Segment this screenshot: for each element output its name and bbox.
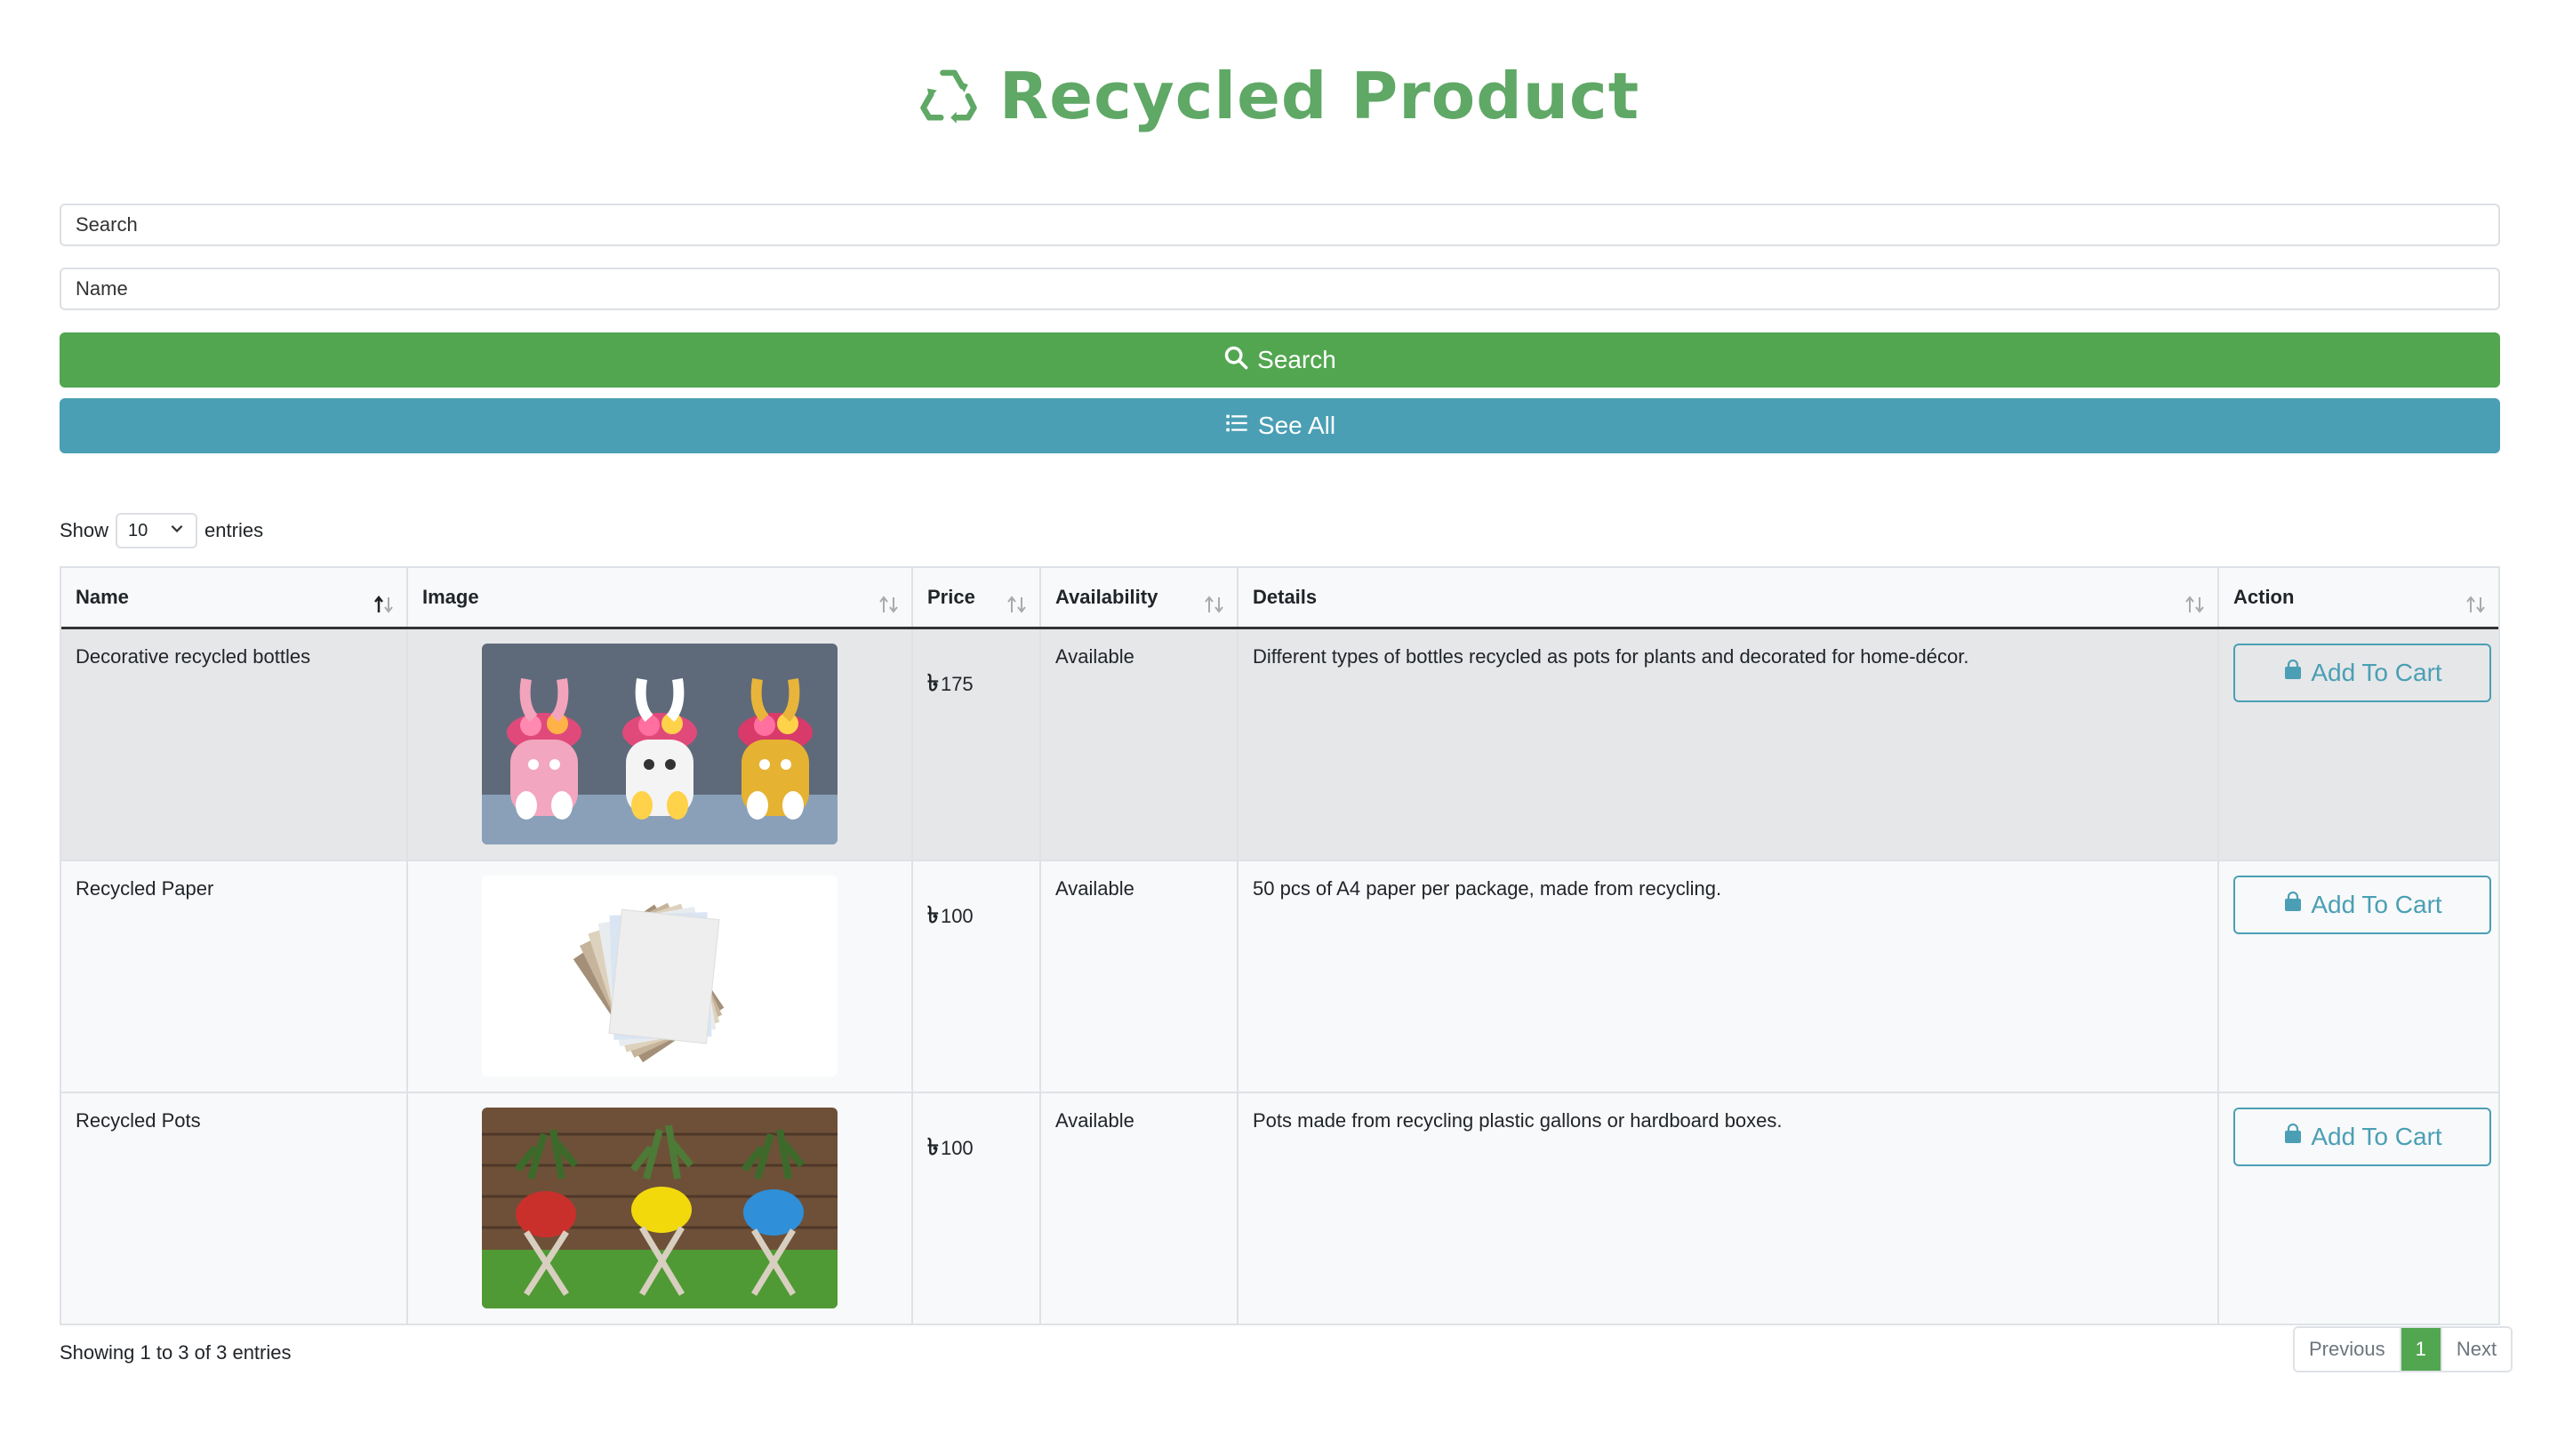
name-field[interactable] bbox=[60, 268, 2500, 310]
action-cell: Add To Cart bbox=[2219, 1093, 2498, 1324]
length-control: Show 10 entries bbox=[60, 512, 263, 549]
column-header-label: Details bbox=[1253, 586, 1318, 608]
entries-select-value: 10 bbox=[128, 520, 148, 540]
table-info: Showing 1 to 3 of 3 entries bbox=[60, 1341, 292, 1364]
product-price: ৳ 100 bbox=[913, 1093, 1041, 1324]
decorated-bottle-pots-image bbox=[482, 644, 838, 844]
add-to-cart-button[interactable]: Add To Cart bbox=[2233, 644, 2491, 702]
see-all-button[interactable]: See All bbox=[60, 398, 2500, 453]
column-header-availability[interactable]: Availability bbox=[1041, 568, 1238, 627]
products-table: Name Image Price Availability Details Ac… bbox=[60, 566, 2500, 1325]
product-availability: Available bbox=[1041, 861, 1238, 1092]
add-to-cart-button[interactable]: Add To Cart bbox=[2233, 1108, 2491, 1166]
action-cell: Add To Cart bbox=[2219, 861, 2498, 1092]
pagination: Previous 1 Next bbox=[2293, 1326, 2513, 1372]
recycled-pots-image bbox=[482, 1108, 838, 1308]
add-to-cart-label: Add To Cart bbox=[2311, 891, 2442, 918]
add-to-cart-button[interactable]: Add To Cart bbox=[2233, 876, 2491, 934]
shopping-bag-icon bbox=[2282, 891, 2304, 919]
table-row: Recycled Paper ৳ 100 Available 50 pcs of… bbox=[61, 861, 2498, 1093]
column-header-label: Price bbox=[927, 586, 975, 608]
list-icon bbox=[1224, 411, 1249, 442]
product-availability: Available bbox=[1041, 629, 1238, 860]
entries-select[interactable]: 10 bbox=[116, 513, 198, 548]
page: Recycled Product Search See All Show 10 … bbox=[0, 0, 2557, 1456]
recycle-icon bbox=[918, 63, 980, 130]
column-header-label: Name bbox=[76, 586, 129, 608]
product-details: Different types of bottles recycled as p… bbox=[1238, 629, 2219, 860]
product-availability: Available bbox=[1041, 1093, 1238, 1324]
table-row: Decorative recycled bottles ৳ 175 Availa… bbox=[61, 629, 2498, 861]
search-button-label: Search bbox=[1257, 346, 1336, 373]
sort-icon bbox=[2466, 596, 2485, 613]
column-header-label: Action bbox=[2233, 586, 2295, 608]
currency-symbol: ৳ bbox=[927, 669, 939, 696]
product-image-cell bbox=[408, 629, 913, 860]
add-to-cart-label: Add To Cart bbox=[2311, 659, 2442, 686]
product-price: ৳ 175 bbox=[913, 629, 1041, 860]
product-price: ৳ 100 bbox=[913, 861, 1041, 1092]
product-name: Recycled Paper bbox=[61, 861, 408, 1092]
product-image-cell bbox=[408, 861, 913, 1092]
column-header-image[interactable]: Image bbox=[408, 568, 913, 627]
sort-ascending-icon bbox=[374, 595, 393, 613]
product-details: Pots made from recycling plastic gallons… bbox=[1238, 1093, 2219, 1324]
add-to-cart-label: Add To Cart bbox=[2311, 1123, 2442, 1150]
table-header: Name Image Price Availability Details Ac… bbox=[61, 568, 2498, 629]
currency-symbol: ৳ bbox=[927, 1133, 939, 1160]
product-name: Recycled Pots bbox=[61, 1093, 408, 1324]
currency-symbol: ৳ bbox=[927, 901, 939, 928]
shopping-bag-icon bbox=[2282, 1123, 2304, 1151]
column-header-price[interactable]: Price bbox=[913, 568, 1041, 627]
column-header-label: Availability bbox=[1055, 586, 1158, 608]
price-value: 100 bbox=[940, 905, 974, 927]
column-header-details[interactable]: Details bbox=[1238, 568, 2219, 627]
action-cell: Add To Cart bbox=[2219, 629, 2498, 860]
show-label: Show bbox=[60, 519, 109, 541]
price-value: 100 bbox=[940, 1137, 974, 1159]
sort-icon bbox=[879, 596, 898, 613]
page-button-1[interactable]: 1 bbox=[2401, 1328, 2442, 1371]
table-row: Recycled Pots ৳ 100 Available Pots made … bbox=[61, 1093, 2498, 1324]
product-name: Decorative recycled bottles bbox=[61, 629, 408, 860]
sort-icon bbox=[1205, 596, 1223, 613]
price-value: 175 bbox=[940, 673, 974, 695]
page-title: Recycled Product bbox=[998, 59, 1640, 133]
column-header-action[interactable]: Action bbox=[2219, 568, 2498, 627]
column-header-name[interactable]: Name bbox=[61, 568, 408, 627]
shopping-bag-icon bbox=[2282, 659, 2304, 687]
search-input[interactable] bbox=[60, 204, 2500, 246]
search-button[interactable]: Search bbox=[60, 332, 2500, 388]
product-details: 50 pcs of A4 paper per package, made fro… bbox=[1238, 861, 2219, 1092]
column-header-label: Image bbox=[422, 586, 479, 608]
product-image-cell bbox=[408, 1093, 913, 1324]
chevron-down-icon bbox=[169, 520, 185, 541]
search-icon bbox=[1223, 345, 1248, 376]
entries-label: entries bbox=[204, 519, 264, 541]
page-header: Recycled Product bbox=[0, 55, 2557, 137]
recycled-paper-image bbox=[482, 876, 838, 1076]
previous-button[interactable]: Previous bbox=[2295, 1328, 2401, 1371]
sort-icon bbox=[2185, 596, 2204, 613]
see-all-label: See All bbox=[1257, 412, 1336, 439]
sort-icon bbox=[1007, 596, 1026, 613]
next-button[interactable]: Next bbox=[2441, 1328, 2512, 1371]
